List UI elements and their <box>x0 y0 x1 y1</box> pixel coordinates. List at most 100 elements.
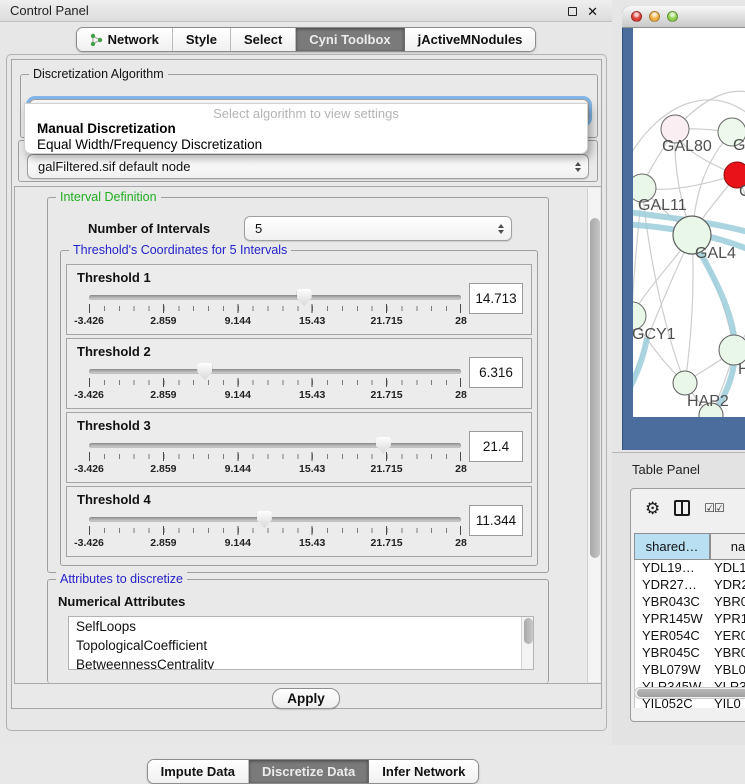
tab-label: Cyni Toolbox <box>309 32 390 47</box>
settings-vertical-scrollbar[interactable] <box>587 188 600 682</box>
scrollbar-thumb[interactable] <box>590 218 600 558</box>
table-body: YDL19…YDL1 YDR27…YDR2 YBR043CYBR0 YPR145… <box>634 560 745 708</box>
panel-title: Control Panel <box>10 3 89 18</box>
slider-track[interactable] <box>89 369 461 374</box>
node-label-hap2: HAP2 <box>687 393 729 410</box>
tab-label: Infer Network <box>382 764 465 779</box>
tab-label: Impute Data <box>161 764 235 779</box>
threshold-3-slider[interactable]: -3.4262.8599.14415.4321.71528 <box>89 439 461 481</box>
thresholds-group: Threshold's Coordinates for 5 Intervals … <box>60 250 538 566</box>
table-row[interactable]: YER054CYER0 <box>635 628 745 645</box>
column-header-name[interactable]: name <box>710 533 745 560</box>
control-panel-titlebar: Control Panel ✕ <box>0 0 612 22</box>
float-window-icon[interactable] <box>568 7 577 16</box>
slider-track[interactable] <box>89 443 461 448</box>
tab-select[interactable]: Select <box>231 28 296 51</box>
table-row[interactable]: YPR145WYPR1 <box>635 611 745 628</box>
discretize-tab-content: Discretization Algorithm Select algorith… <box>11 59 602 709</box>
node-hap2[interactable] <box>673 371 697 395</box>
list-scrollbar[interactable] <box>521 617 533 669</box>
slider-tick-labels: -3.4262.8599.14415.4321.71528 <box>89 463 461 475</box>
table-panel: Table Panel ⚙ ☑☑ shared… name YDL19…YDL1… <box>612 452 745 745</box>
slider-tick-labels: -3.4262.8599.14415.4321.71528 <box>89 389 461 401</box>
close-icon[interactable]: ✕ <box>587 5 598 18</box>
network-window-titlebar <box>622 6 745 28</box>
threshold-1-value-field[interactable]: 14.713 <box>469 283 523 314</box>
slider-ticks <box>89 526 461 535</box>
scrollbar-thumb[interactable] <box>524 618 533 644</box>
tab-network[interactable]: Network <box>77 28 173 51</box>
threshold-2-value-field[interactable]: 6.316 <box>469 357 523 388</box>
tab-discretize-data[interactable]: Discretize Data <box>249 760 369 783</box>
threshold-row-2: Threshold 2 -3.4262.8599.14415.4321.7152… <box>66 338 532 409</box>
dropdown-item-equal-width-frequency[interactable]: Equal Width/Frequency Discretization <box>25 137 587 153</box>
table-data-value: galFiltered.sif default node <box>38 159 190 174</box>
scrollbar-thumb[interactable] <box>637 689 745 697</box>
threshold-label: Threshold 1 <box>77 270 151 285</box>
table-data-combobox[interactable]: galFiltered.sif default node <box>27 154 589 179</box>
slider-tick-labels: -3.4262.8599.14415.4321.71528 <box>89 315 461 327</box>
network-graph: GAL80 GA C GAL11 GAL4 GCY1 H HAP2 <box>633 28 745 417</box>
table-row[interactable]: YDL19…YDL1 <box>635 560 745 577</box>
column-header-shared-name[interactable]: shared… <box>634 533 710 560</box>
table-row[interactable]: YBL079WYBL0 <box>635 662 745 679</box>
tab-cyni-toolbox[interactable]: Cyni Toolbox <box>296 28 404 51</box>
node-label-ga: GA <box>733 137 745 154</box>
algorithm-dropdown-popup: Select algorithm to view settings Manual… <box>24 103 588 154</box>
slider-tick-labels: -3.4262.8599.14415.4321.71528 <box>89 537 461 549</box>
tab-impute-data[interactable]: Impute Data <box>148 760 249 783</box>
tab-style[interactable]: Style <box>173 28 231 51</box>
table-row[interactable]: YBR045CYBR0 <box>635 645 745 662</box>
threshold-3-value-field[interactable]: 21.4 <box>469 431 523 462</box>
threshold-4-slider[interactable]: -3.4262.8599.14415.4321.71528 <box>89 513 461 555</box>
group-title: Attributes to discretize <box>56 572 187 586</box>
threshold-label: Threshold 4 <box>77 492 151 507</box>
network-canvas[interactable]: GAL80 GA C GAL11 GAL4 GCY1 H HAP2 <box>633 28 745 417</box>
node-label-gal4: GAL4 <box>695 245 736 262</box>
table-row[interactable]: YBR043CYBR0 <box>635 594 745 611</box>
number-of-intervals-combobox[interactable]: 5 <box>244 216 512 241</box>
zoom-traffic-light-icon[interactable] <box>667 11 678 22</box>
threshold-2-slider[interactable]: -3.4262.8599.14415.4321.71528 <box>89 365 461 407</box>
slider-track[interactable] <box>89 295 461 300</box>
node-label-c: C <box>739 183 745 200</box>
split-view-icon[interactable] <box>674 500 690 516</box>
tab-label: Network <box>108 32 159 47</box>
minimize-traffic-light-icon[interactable] <box>649 11 660 22</box>
threshold-4-value-field[interactable]: 11.344 <box>469 505 523 536</box>
attributes-group: Attributes to discretize Numerical Attri… <box>47 579 549 683</box>
table-row[interactable]: YDR27…YDR2 <box>635 577 745 594</box>
threshold-row-1: Threshold 1 -3.4262.8599.14415.4321.7152… <box>66 264 532 335</box>
bottom-tab-bar: Impute Data Discretize Data Infer Networ… <box>7 759 619 784</box>
close-traffic-light-icon[interactable] <box>631 11 642 22</box>
gear-icon[interactable]: ⚙ <box>645 500 660 517</box>
tab-label: Discretize Data <box>262 764 355 779</box>
screen: Control Panel ✕ Network Style Sel <box>0 0 745 745</box>
threshold-1-slider[interactable]: -3.4262.8599.14415.4321.71528 <box>89 291 461 333</box>
slider-track[interactable] <box>89 517 461 522</box>
network-tab-icon <box>90 33 103 46</box>
list-item-selfloops[interactable]: SelfLoops <box>69 617 533 636</box>
dropdown-item-manual-discretization[interactable]: Manual Discretization <box>25 121 587 137</box>
slider-ticks <box>89 304 461 313</box>
node-label-h: H <box>738 361 745 378</box>
threshold-row-4: Threshold 4 -3.4262.8599.14415.4321.7152… <box>66 486 532 557</box>
tab-jactivemnodules[interactable]: jActiveMNodules <box>405 28 536 51</box>
group-title: Discretization Algorithm <box>29 67 168 81</box>
group-title: Interval Definition <box>56 190 161 204</box>
tab-label: Style <box>186 32 217 47</box>
list-item-betweennesscentrality[interactable]: BetweennessCentrality <box>69 655 533 670</box>
checkbox-columns-icon[interactable]: ☑☑ <box>704 501 724 515</box>
discretization-algorithm-group: Discretization Algorithm Select algorith… <box>20 74 598 138</box>
network-view-window[interactable]: GAL80 GA C GAL11 GAL4 GCY1 H HAP2 <box>622 6 745 450</box>
settings-scrollpane: Interval Definition Number of Intervals … <box>14 186 602 684</box>
table-horizontal-scrollbar[interactable] <box>634 687 745 699</box>
interval-definition-group: Interval Definition Number of Intervals … <box>47 197 549 573</box>
list-item-topologicalcoefficient[interactable]: TopologicalCoefficient <box>69 636 533 655</box>
number-of-intervals-value: 5 <box>255 221 262 236</box>
apply-button[interactable]: Apply <box>272 688 340 709</box>
tab-infer-network[interactable]: Infer Network <box>369 760 478 783</box>
numerical-attributes-list[interactable]: SelfLoops TopologicalCoefficient Between… <box>68 616 534 670</box>
top-tab-bar: Network Style Select Cyni Toolbox jActiv… <box>0 27 612 52</box>
threshold-row-3: Threshold 3 -3.4262.8599.14415.4321.7152… <box>66 412 532 483</box>
